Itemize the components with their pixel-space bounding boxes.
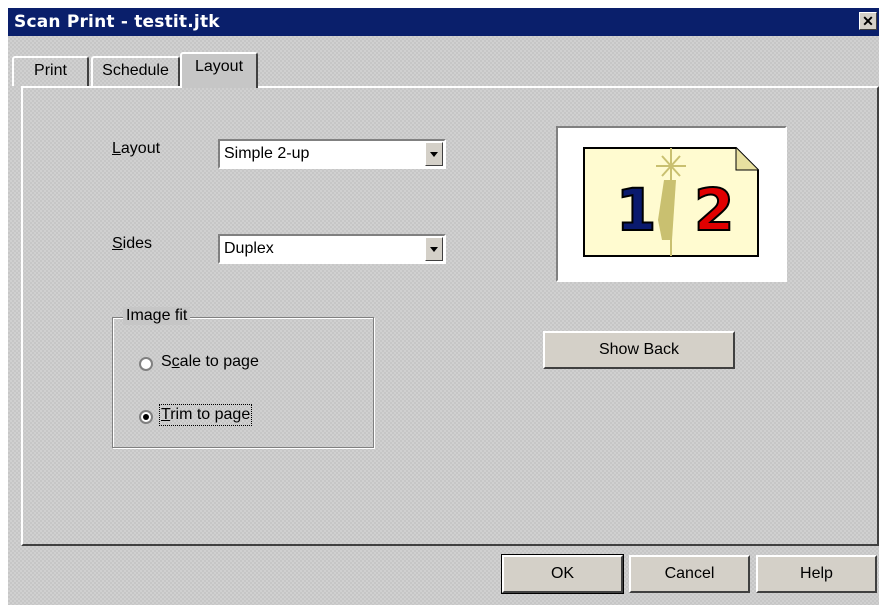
sides-label: Sides — [112, 235, 153, 252]
layout-select-value: Simple 2-up — [224, 145, 310, 162]
page-1-number: 1 — [616, 176, 656, 244]
window-title: Scan Print - testit.jtk — [14, 12, 220, 32]
tab-schedule[interactable]: Schedule — [91, 56, 180, 86]
trim-to-page-radio[interactable] — [139, 410, 153, 424]
layout-label: Layout — [112, 140, 161, 157]
tab-schedule-label: Schedule — [102, 62, 169, 79]
two-up-preview-icon: 1 2 — [583, 147, 759, 257]
sides-select-value: Duplex — [224, 240, 274, 257]
show-back-button[interactable]: Show Back — [543, 331, 735, 369]
title-bar[interactable]: Scan Print - testit.jtk ✕ — [8, 8, 879, 36]
close-button[interactable]: ✕ — [859, 12, 877, 30]
dialog-window: Scan Print - testit.jtk ✕ Print Schedule… — [8, 8, 879, 605]
trim-to-page-label[interactable]: Trim to page — [158, 404, 253, 426]
scale-to-page-radio[interactable] — [139, 357, 153, 371]
sides-select[interactable]: Duplex — [218, 234, 446, 264]
layout-preview: 1 2 — [556, 126, 787, 282]
image-fit-legend: Image fit — [123, 307, 191, 325]
tab-print[interactable]: Print — [12, 56, 89, 86]
close-icon: ✕ — [862, 13, 874, 29]
chevron-down-icon[interactable] — [425, 142, 443, 166]
scale-to-page-label[interactable]: Scale to page — [161, 353, 259, 371]
chevron-down-icon[interactable] — [425, 237, 443, 261]
help-button[interactable]: Help — [756, 555, 877, 593]
tab-layout-label: Layout — [194, 58, 244, 75]
tab-print-label: Print — [34, 62, 67, 79]
tab-layout[interactable]: Layout — [180, 52, 258, 88]
page-2-number: 2 — [694, 176, 734, 244]
image-fit-group: Image fit Scale to page Trim to page — [112, 307, 374, 448]
layout-select[interactable]: Simple 2-up — [218, 139, 446, 169]
ok-button[interactable]: OK — [501, 554, 624, 594]
cancel-button[interactable]: Cancel — [629, 555, 750, 593]
